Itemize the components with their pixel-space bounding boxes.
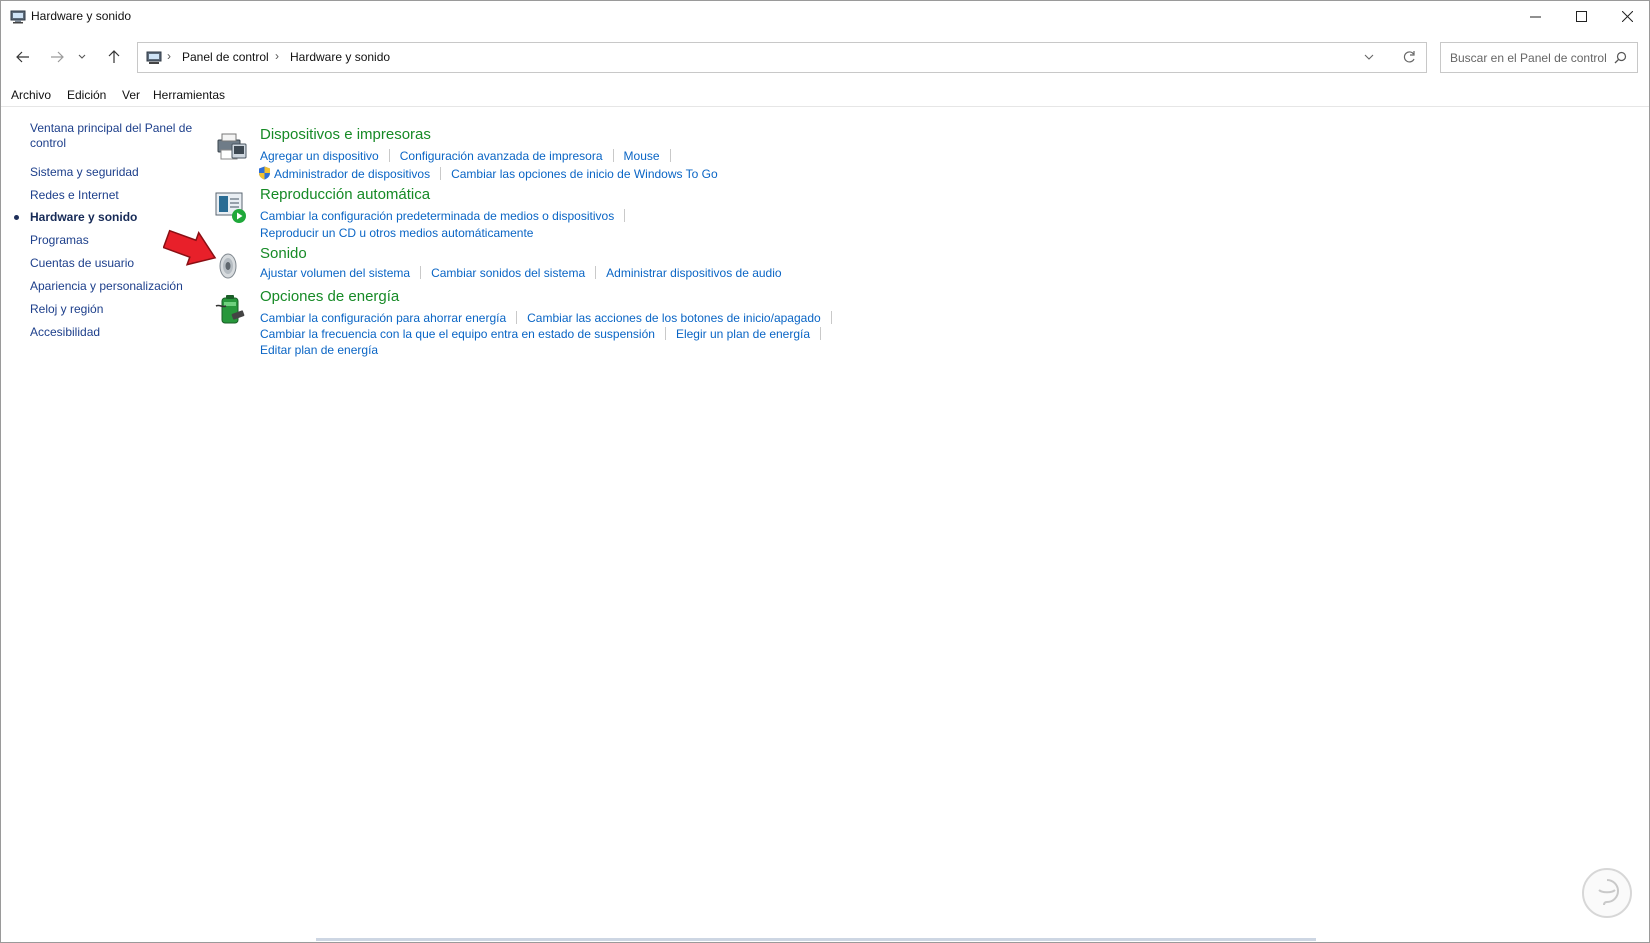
forward-button[interactable] [44,45,70,69]
search-icon [1614,51,1627,64]
speaker-icon [219,253,237,279]
menu-archivo[interactable]: Archivo [11,88,51,102]
sidebar-item-clock-region[interactable]: Reloj y región [30,302,103,317]
breadcrumb-control-panel[interactable]: Panel de control [182,50,269,64]
link-separator [516,311,518,324]
sidebar-item-appearance[interactable]: Apariencia y personalización [30,279,183,294]
address-bar[interactable]: › Panel de control › Hardware y sonido [137,42,1427,73]
link-autoplay-cd[interactable]: Reproducir un CD u otros medios automáti… [260,226,533,240]
link-row: Cambiar la configuración predeterminada … [260,209,635,225]
close-button[interactable] [1604,1,1650,32]
link-row: Cambiar la frecuencia con la que el equi… [260,327,831,343]
link-edit-power-plan[interactable]: Editar plan de energía [260,343,378,357]
control-panel-icon [10,10,26,24]
sidebar-item-accessibility[interactable]: Accesibilidad [30,325,100,340]
sidebar-item-system-security[interactable]: Sistema y seguridad [30,165,139,180]
watermark-logo [1582,868,1632,918]
link-separator [440,167,442,180]
refresh-icon [1403,51,1415,63]
menu-herramientas[interactable]: Herramientas [153,88,225,102]
link-separator [830,311,832,324]
control-panel-icon [146,51,162,64]
link-energy-saving-settings[interactable]: Cambiar la configuración para ahorrar en… [260,311,506,325]
close-icon [1621,11,1633,22]
link-separator [664,327,666,340]
link-separator [820,327,822,340]
section-title-sound[interactable]: Sonido [260,245,307,262]
link-row: Editar plan de energía [260,343,378,359]
search-box[interactable] [1440,42,1638,73]
recent-locations-button[interactable] [74,45,90,69]
search-input[interactable] [1441,43,1610,72]
link-separator [595,266,597,279]
minimize-button[interactable] [1512,1,1558,32]
link-manage-audio-devices[interactable]: Administrar dispositivos de audio [606,266,781,280]
link-device-manager[interactable]: Administrador de dispositivos [274,167,430,181]
link-row: Reproducir un CD u otros medios automáti… [260,226,533,242]
chevron-down-icon [1364,54,1374,60]
back-button[interactable] [10,45,36,69]
autoplay-icon [215,192,246,223]
minimize-icon [1529,16,1541,18]
breadcrumb-separator: › [275,49,279,63]
link-change-system-sounds[interactable]: Cambiar sonidos del sistema [431,266,585,280]
menu-ver[interactable]: Ver [122,88,140,102]
sidebar-item-network-internet[interactable]: Redes e Internet [30,188,119,203]
link-advanced-printer-setup[interactable]: Configuración avanzada de impresora [400,149,603,163]
sidebar-item-programs[interactable]: Programas [30,233,89,248]
link-row: Cambiar la configuración para ahorrar en… [260,311,842,327]
arrow-right-icon [51,51,64,63]
link-row: Agregar un dispositivo Configuración avan… [260,149,681,165]
battery-power-icon [215,295,245,324]
sidebar-item-user-accounts[interactable]: Cuentas de usuario [30,256,134,271]
navigation-bar: › Panel de control › Hardware y sonido [1,37,1649,77]
refresh-button[interactable] [1402,49,1416,70]
printer-device-icon [217,133,247,160]
section-title-power-options[interactable]: Opciones de energía [260,288,399,305]
control-panel-window: Hardware y sonido › Panel de control › H… [0,0,1650,943]
link-power-button-actions[interactable]: Cambiar las acciones de los botones de i… [527,311,821,325]
section-title-autoplay[interactable]: Reproducción automática [260,186,430,203]
link-separator [388,149,390,162]
up-button[interactable] [101,45,127,69]
watermark-logo-icon [1598,879,1619,906]
arrow-left-icon [16,51,29,63]
menu-edicion[interactable]: Edición [67,88,106,102]
link-add-device[interactable]: Agregar un dispositivo [260,149,379,163]
link-separator [612,149,614,162]
taskbar-edge [316,938,1316,941]
link-separator [624,209,626,222]
uac-shield-icon [259,166,270,180]
chevron-down-icon [78,54,86,59]
maximize-button[interactable] [1558,1,1604,32]
red-annotation-arrow-icon [163,229,217,266]
breadcrumb-separator: › [167,49,171,63]
link-mouse[interactable]: Mouse [624,149,660,163]
breadcrumb-hardware-sound[interactable]: Hardware y sonido [290,50,390,64]
maximize-icon [1575,11,1587,22]
address-history-button[interactable] [1364,49,1374,70]
link-separator [420,266,422,279]
link-windows-to-go-options[interactable]: Cambiar las opciones de inicio de Window… [451,167,718,181]
link-row: Administrador de dispositivos Cambiar las… [258,166,718,182]
link-choose-power-plan[interactable]: Elegir un plan de energía [676,327,810,341]
link-separator [669,149,671,162]
window-title: Hardware y sonido [31,9,132,23]
link-change-default-media[interactable]: Cambiar la configuración predeterminada … [260,209,614,223]
title-bar: Hardware y sonido [1,1,1649,32]
section-title-devices-printers[interactable]: Dispositivos e impresoras [260,126,431,143]
link-sleep-frequency[interactable]: Cambiar la frecuencia con la que el equi… [260,327,655,341]
arrow-up-icon [108,50,120,63]
sidebar-item-hardware-sound[interactable]: Hardware y sonido [30,210,137,225]
link-adjust-volume[interactable]: Ajustar volumen del sistema [260,266,410,280]
sidebar-item-home[interactable]: Ventana principal del Panel de control [30,121,195,151]
menu-bar: Archivo Edición Ver Herramientas [1,86,1649,107]
active-item-bullet [14,215,19,220]
link-row: Ajustar volumen del sistema Cambiar sonid… [260,266,782,282]
